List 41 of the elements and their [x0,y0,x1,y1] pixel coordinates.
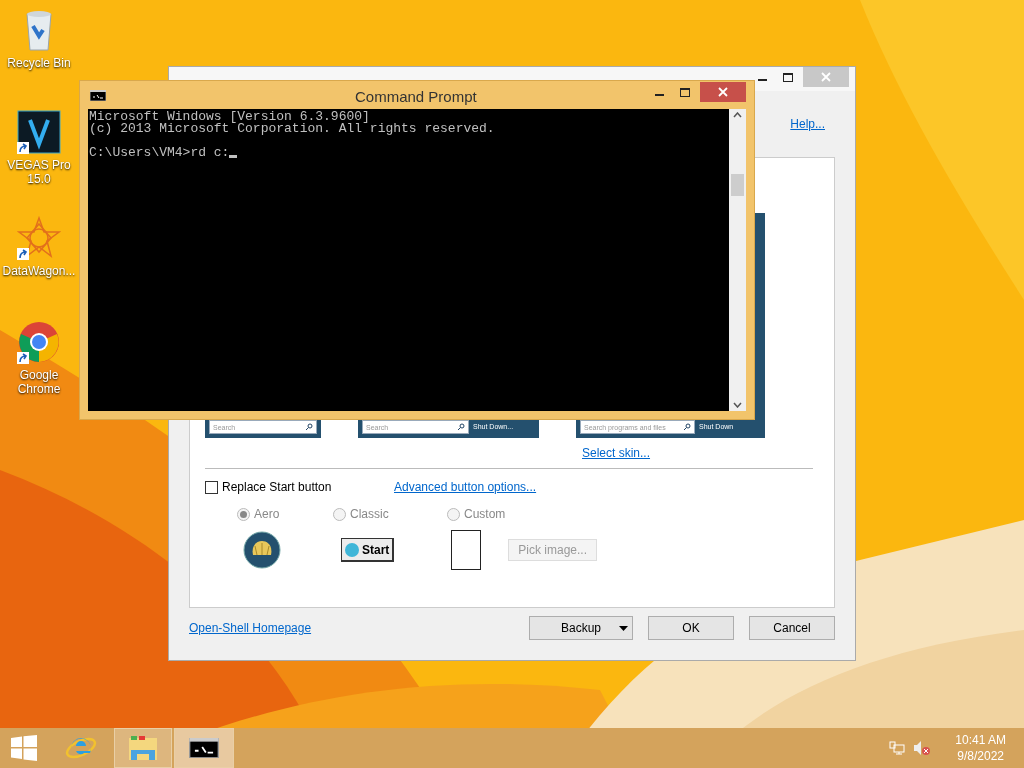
select-skin-link[interactable]: Select skin... [582,444,651,462]
console-line: (c) 2013 Microsoft Corporation. All rights reserved. [89,123,496,135]
folder-icon [127,734,159,762]
search-icon [683,423,691,431]
chrome-icon [17,320,61,364]
clock-time[interactable]: 10:41 AM [955,732,1006,748]
letter-v-app-icon [17,110,61,154]
close-icon [821,72,831,82]
scroll-thumb[interactable] [731,174,744,196]
search-icon [457,423,465,431]
shortcut-arrow-icon [17,142,29,154]
taskbar-button[interactable] [174,728,234,768]
caret-icon [619,625,628,631]
text-cursor [229,155,238,158]
backup-button[interactable]: Backup [529,616,633,640]
console-icon [189,738,219,758]
dialog-button[interactable]: OK [648,616,734,640]
window-title: Command Prompt [355,87,477,107]
console-line: Microsoft Windows [Version 6.3.9600] [89,111,371,123]
close-button[interactable] [700,82,746,102]
desktop-icon-label[interactable]: Google Chrome [1,368,77,396]
shell-orb-icon [243,531,281,569]
scroll-up-icon[interactable] [733,112,742,118]
muted-speaker-icon[interactable] [913,740,932,756]
custom-image-box [451,530,482,570]
clock-date[interactable]: 9/8/2022 [957,748,1004,764]
replace-start-checkbox[interactable]: Replace Start button [205,478,394,496]
shell-icon [345,542,359,557]
advanced-button-options-link[interactable]: Advanced button options... [394,478,537,496]
star-pattern-icon [17,216,61,260]
scroll-down-icon[interactable] [733,402,742,408]
shortcut-arrow-icon [17,248,29,260]
console-line: C:\Users\VM4>rd c: [89,147,230,159]
console-icon [90,90,106,101]
search-icon [305,423,313,431]
dialog-button[interactable]: Cancel [749,616,835,640]
help-link[interactable]: Help... [790,115,825,133]
windows-logo-icon [11,735,37,761]
homepage-link[interactable]: Open-Shell Homepage [189,619,312,637]
close-icon [718,87,728,97]
shortcut-arrow-icon [17,352,29,364]
